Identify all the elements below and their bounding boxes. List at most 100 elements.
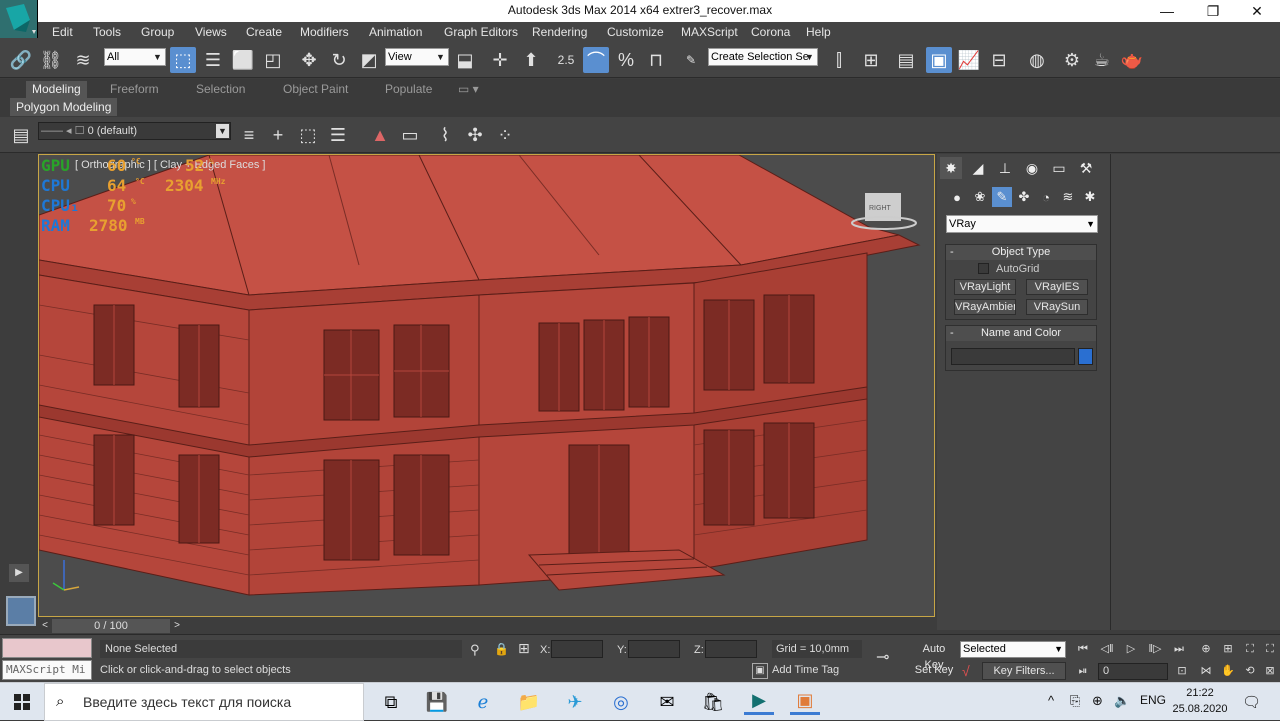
time-tag-icon[interactable]: ▣ [752, 663, 768, 679]
set-key-button[interactable]: Set Key [912, 662, 956, 680]
tab-modeling[interactable]: Modeling [26, 81, 87, 98]
maxscript-mini-listener[interactable]: MAXScript Mi [2, 660, 92, 680]
shapes-icon[interactable]: ❀ [970, 187, 990, 207]
z-coordinate-field[interactable] [705, 640, 757, 658]
tab-object-paint[interactable]: Object Paint [277, 81, 354, 98]
browser-icon[interactable]: ◎ [606, 689, 636, 715]
state-sets-icon[interactable]: ⌇ [432, 122, 458, 148]
mirror-icon[interactable]: ⫿ [826, 47, 852, 73]
menu-corona[interactable]: Corona [751, 25, 790, 39]
taskbar-search-input[interactable]: Введите здесь текст для поиска [44, 683, 364, 721]
notifications-icon[interactable]: 🗨 [1242, 693, 1261, 711]
app-logo-icon[interactable] [0, 0, 38, 38]
unlink-icon[interactable]: ⛓ [38, 47, 64, 73]
key-tangent-icon[interactable]: √ [962, 663, 970, 679]
systems-icon[interactable]: ✱ [1080, 187, 1100, 207]
object-type-header[interactable]: - Object Type [946, 245, 1096, 260]
set-key-mode-icon[interactable]: ⊸ [876, 647, 889, 667]
network-icon[interactable]: ⎘ [1070, 693, 1080, 709]
select-and-rotate-icon[interactable]: ↻ [326, 47, 352, 73]
zoom-all-icon[interactable]: ⊞ [1218, 640, 1238, 658]
align-icon[interactable]: ⊞ [858, 47, 884, 73]
menu-modifiers[interactable]: Modifiers [300, 25, 349, 39]
select-by-name-icon[interactable]: ☰ [200, 47, 226, 73]
viewcube[interactable]: RIGHT [869, 205, 891, 212]
store-icon[interactable]: 🛍 [698, 689, 728, 715]
helpers-icon[interactable]: ◔ [1036, 187, 1056, 207]
menu-graph-editors[interactable]: Graph Editors [444, 25, 518, 39]
next-frame-icon[interactable]: > [170, 619, 184, 633]
vraysun-button[interactable]: VRaySun [1026, 299, 1088, 315]
select-and-move-icon[interactable]: ✥ [296, 47, 322, 73]
menu-views[interactable]: Views [195, 25, 227, 39]
maximize-button[interactable]: ❐ [1190, 0, 1236, 22]
select-object-icon[interactable]: ⬚ [170, 47, 196, 73]
zoom-extents-all-icon[interactable]: ⛶ [1260, 640, 1280, 658]
select-and-scale-icon[interactable]: ◩ [356, 47, 382, 73]
utilities-tab-icon[interactable]: ⚒ [1075, 157, 1097, 179]
time-config-icon[interactable]: ▶ [9, 564, 29, 582]
object-color-swatch[interactable] [1078, 348, 1093, 365]
menu-animation[interactable]: Animation [369, 25, 422, 39]
spinner-snap-icon[interactable]: ⊓ [643, 47, 669, 73]
create-tab-icon[interactable]: ✸ [940, 157, 962, 179]
isolate-icon[interactable]: ▲ [367, 122, 393, 148]
zoom-icon[interactable]: ⊕ [1196, 640, 1216, 658]
menu-maxscript[interactable]: MAXScript [681, 25, 738, 39]
tab-freeform[interactable]: Freeform [104, 81, 165, 98]
polygon-modeling-panel[interactable]: Polygon Modeling [10, 98, 118, 116]
create-layer-icon[interactable]: + [265, 122, 291, 148]
set-current-layer-icon[interactable]: ☰ [325, 122, 351, 148]
tab-populate[interactable]: Populate [379, 81, 438, 98]
key-set-dropdown[interactable]: Selected ▼ [960, 641, 1066, 658]
vraylight-button[interactable]: VRayLight [954, 279, 1016, 295]
language-indicator[interactable]: ENG [1140, 693, 1166, 707]
menu-tools[interactable]: Tools [93, 25, 121, 39]
render-production-icon[interactable]: 🫖 [1119, 47, 1145, 73]
select-manipulate-icon[interactable]: ✛ [487, 47, 513, 73]
window-crossing-icon[interactable]: ◰ [260, 47, 286, 73]
layers-icon[interactable]: ▤ [8, 122, 34, 148]
current-frame-field[interactable]: 0 [1098, 663, 1168, 680]
show-hidden-icons-icon[interactable]: ^ [1048, 693, 1054, 708]
schematic-view-icon[interactable]: ⊟ [986, 47, 1012, 73]
select-in-layer-icon[interactable]: ⬚ [295, 122, 321, 148]
motion-tab-icon[interactable]: ◉ [1021, 157, 1043, 179]
minimize-button[interactable]: — [1144, 0, 1190, 22]
menu-customize[interactable]: Customize [607, 25, 664, 39]
auto-key-button[interactable]: Auto Key [912, 641, 956, 671]
nodes-icon[interactable]: ⁘ [492, 122, 518, 148]
isolate-selection-icon[interactable]: ⚲ [470, 642, 480, 658]
telegram-icon[interactable]: ✈ [560, 689, 590, 715]
x-coordinate-field[interactable] [551, 640, 603, 658]
menu-group[interactable]: Group [141, 25, 174, 39]
key-mode-icon[interactable]: ⏯ [1073, 662, 1093, 680]
vrayies-button[interactable]: VRayIES [1026, 279, 1088, 295]
category-dropdown[interactable]: VRay ▼ [946, 215, 1098, 233]
windows-start-icon[interactable] [0, 683, 44, 721]
clock-date[interactable]: 25.08.2020 [1172, 703, 1228, 715]
edge-icon[interactable]: ℯ [468, 689, 498, 715]
orbit-icon[interactable]: ⟲ [1240, 662, 1260, 680]
viewport-layout-icon[interactable] [6, 596, 36, 626]
viewport-label[interactable]: [ Orthographic ] [ Clay + Edged Faces ] [75, 159, 265, 171]
zoom-extents-icon[interactable]: ⛶ [1240, 640, 1260, 658]
material-editor-icon[interactable]: ◍ [1024, 47, 1050, 73]
prev-frame-icon[interactable]: < [38, 619, 52, 633]
clock-time[interactable]: 21:22 [1178, 687, 1222, 699]
pivot-center-icon[interactable]: ⬓ [452, 47, 478, 73]
time-slider[interactable]: 0 / 100 [52, 619, 170, 633]
named-selection-dropdown[interactable]: Create Selection Se ▼ [708, 48, 818, 66]
y-coordinate-field[interactable] [628, 640, 680, 658]
globe-icon[interactable]: ⊕ [1092, 693, 1103, 709]
hierarchy-tab-icon[interactable]: ⊥ [994, 157, 1016, 179]
absolute-mode-icon[interactable]: ⊞ [518, 640, 530, 657]
keyboard-shortcut-override-icon[interactable]: ⬆ [518, 47, 544, 73]
render-setup-icon[interactable]: ⚙ [1059, 47, 1085, 73]
select-and-link-icon[interactable]: 🔗 [8, 47, 34, 73]
menu-create[interactable]: Create [246, 25, 282, 39]
spacewarps-icon[interactable]: ≋ [1058, 187, 1078, 207]
viewport-perspective[interactable]: [ Orthographic ] [ Clay + Edged Faces ] … [38, 154, 935, 617]
reference-coordinate-dropdown[interactable]: View ▼ [385, 48, 449, 66]
curve-editor-icon[interactable]: 📈 [956, 47, 982, 73]
